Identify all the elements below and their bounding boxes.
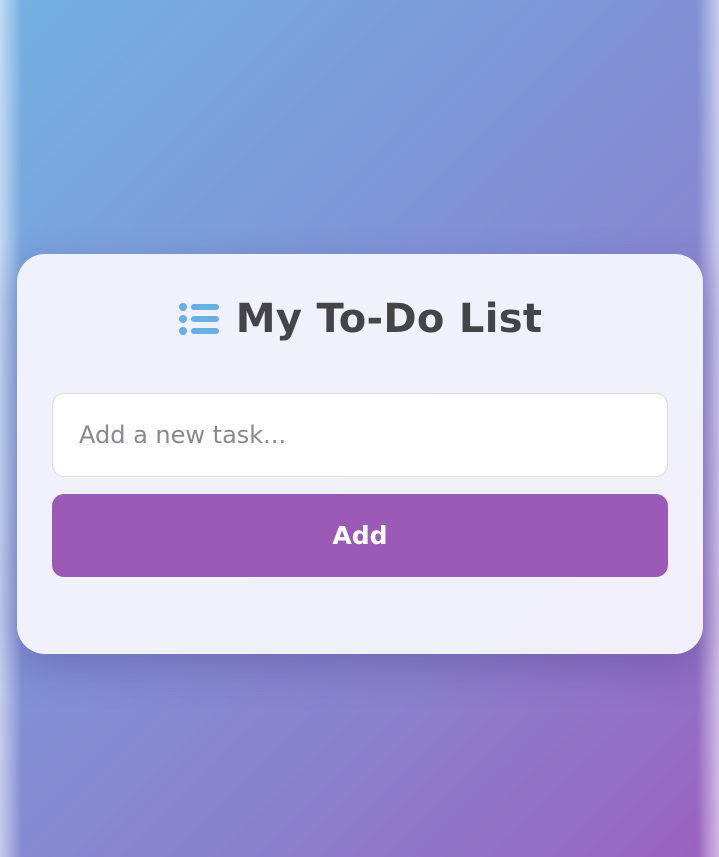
list-icon [178,301,220,337]
title-row: My To-Do List [17,294,703,344]
todo-card: My To-Do List Add [17,254,703,654]
new-task-input[interactable] [52,393,668,477]
add-task-button[interactable]: Add [52,494,668,577]
page-title: My To-Do List [235,296,543,342]
